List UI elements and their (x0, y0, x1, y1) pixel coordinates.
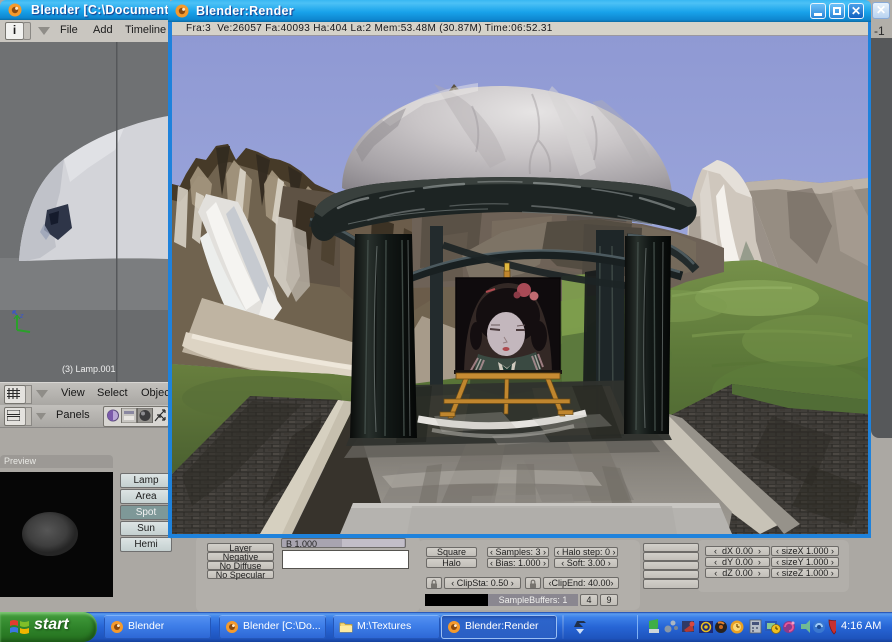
svg-text:(3) Lamp.001: (3) Lamp.001 (62, 364, 116, 374)
svg-text:z: z (19, 313, 24, 320)
